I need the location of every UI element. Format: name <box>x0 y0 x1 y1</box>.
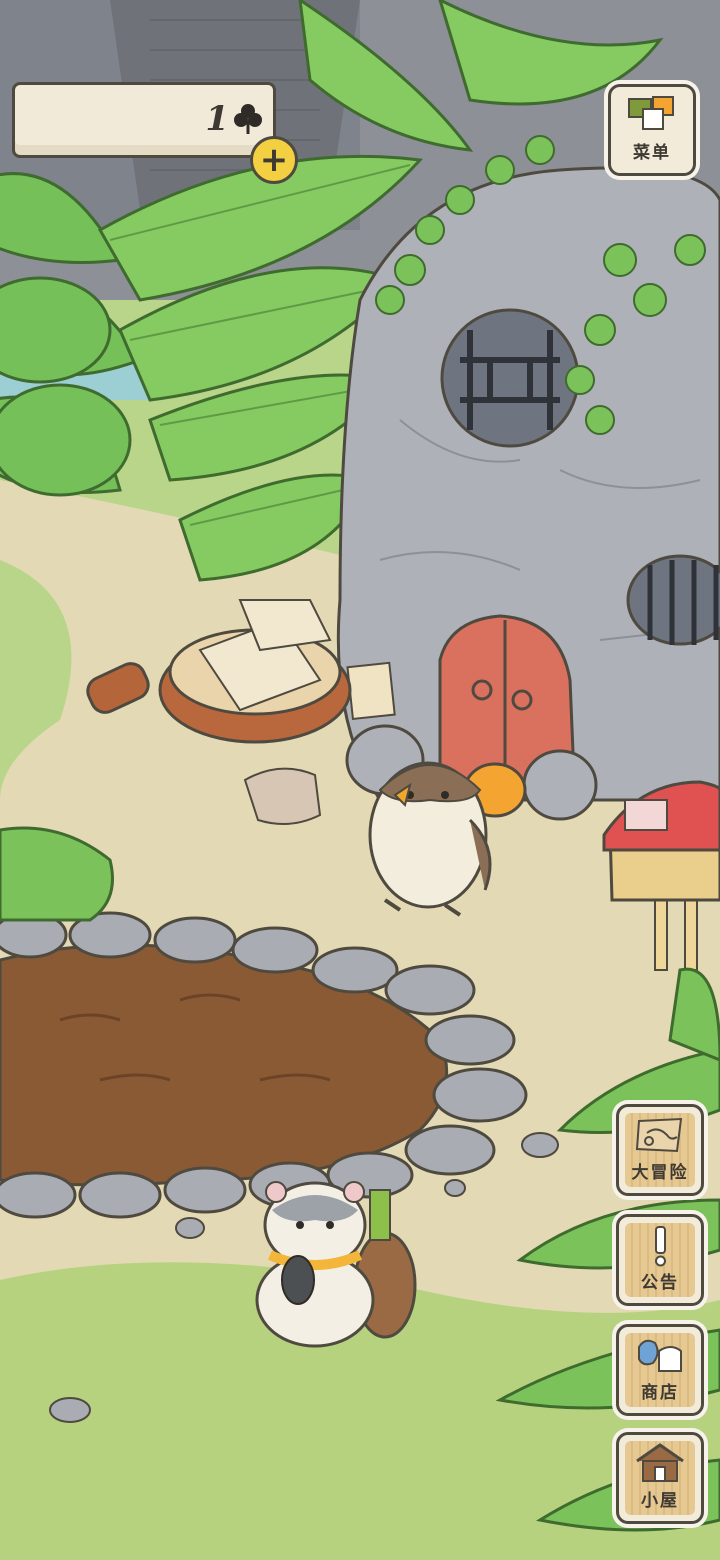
shop-bag-icon <box>638 1339 682 1372</box>
menu-button[interactable]: 菜单 <box>608 84 696 176</box>
adventure-label: 大冒险 <box>631 1163 689 1183</box>
shop-label: 商店 <box>641 1383 679 1403</box>
adventure-button[interactable]: 大冒险 <box>616 1104 704 1196</box>
clover-counter: 1 <box>12 82 276 158</box>
menu-cards-icon <box>628 96 674 130</box>
notice-label: 公告 <box>641 1273 679 1293</box>
add-clover-button[interactable]: + <box>250 136 298 184</box>
clover-icon <box>234 104 262 134</box>
map-icon <box>635 1117 683 1153</box>
notice-button[interactable]: 公告 <box>616 1214 704 1306</box>
clover-count: 1 <box>205 99 229 139</box>
menu-label: 菜单 <box>633 143 671 163</box>
exclamation-icon <box>655 1226 666 1267</box>
shop-button[interactable]: 商店 <box>616 1324 704 1416</box>
house-icon <box>636 1443 684 1482</box>
cabin-button[interactable]: 小屋 <box>616 1432 704 1524</box>
plus-icon: + <box>259 140 289 180</box>
game-scene <box>0 0 720 1560</box>
cabin-label: 小屋 <box>641 1491 679 1511</box>
